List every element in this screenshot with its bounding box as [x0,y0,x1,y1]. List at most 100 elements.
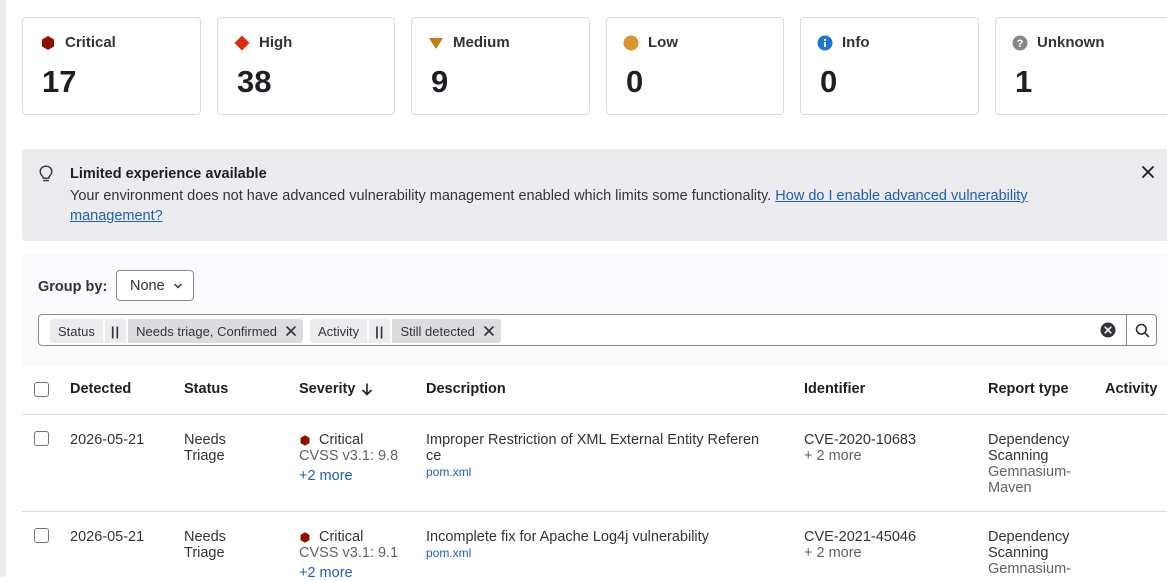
status-text: Needs Triage [184,529,226,561]
group-by-label: Group by: [38,279,108,295]
chevron-down-icon [173,283,182,289]
vulnerability-title-line: ce [426,448,442,464]
row-checkbox[interactable] [34,528,49,543]
severity-count: 0 [820,64,838,99]
low-icon [623,35,639,50]
filter-token-activity[interactable]: Activity || Still detected [310,319,501,343]
filter-token-operator: || [369,319,391,343]
filter-token-value: Needs triage, Confirmed [128,319,304,343]
status-line: Needs [184,432,226,448]
column-header-detected[interactable]: Detected [70,381,131,397]
clear-search-icon[interactable] [1100,322,1116,338]
status-line: Needs [184,529,226,545]
column-header-description[interactable]: Description [426,381,506,397]
critical-icon [300,531,310,543]
critical-icon [300,434,310,446]
column-header-severity[interactable]: Severity [299,381,373,397]
severity-label: Unknown [1037,34,1105,51]
identifier-more: + 2 more [804,545,862,561]
report-type-cell: Dependency Scanning Gemnasium- [988,529,1071,577]
severity-count: 9 [431,64,449,99]
arrow-down-icon [362,382,373,396]
severity-name: Critical [319,529,364,545]
severity-label: Critical [65,34,116,51]
cvss-score: CVSS v3.1: 9.1 [299,545,399,561]
report-type-line: Scanning [988,448,1049,464]
group-by-value: None [130,277,165,294]
severity-card-low: Low 0 [606,17,784,115]
filter-token-value: Still detected [392,319,501,343]
report-type-line: Scanning [988,545,1049,561]
file-path-link[interactable]: pom.xml [426,545,709,561]
scanner-line: Gemnasium- [988,561,1071,577]
alert-title: Limited experience available [70,166,267,182]
severity-label: High [259,34,293,51]
detected-date: 2026-05-21 [70,432,145,448]
severity-count: 1 [1015,64,1033,99]
severity-count: 0 [626,64,644,99]
report-type-line: Dependency [988,432,1070,448]
identifier-more: + 2 more [804,448,862,464]
unknown-icon: ? [1012,35,1028,50]
vulnerability-title-line: Improper Restriction of XML External Ent… [426,432,760,448]
filter-token-name: Activity [310,319,368,343]
detected-date: 2026-05-21 [70,529,145,545]
filter-token-value-text: Still detected [400,323,475,339]
row-checkbox[interactable] [34,431,49,446]
severity-cell: Critical CVSS v3.1: 9.1 +2 more [299,529,398,581]
filter-token-status[interactable]: Status || Needs triage, Confirmed [50,319,304,343]
description-cell: Incomplete fix for Apache Log4j vulnerab… [426,529,709,561]
alert-body: Your environment does not have advanced … [70,186,1080,226]
alert-message: Your environment does not have advanced … [70,188,776,204]
severity-label: Medium [453,34,510,51]
info-icon [817,35,833,50]
severity-name: Critical [319,432,364,448]
row-divider [22,511,1167,512]
filter-token-name: Status [50,319,103,343]
severity-card-critical: Critical 17 [22,17,201,115]
status-line: Triage [184,448,225,464]
column-header-severity-label: Severity [299,381,356,397]
severity-label: Low [648,34,678,51]
remove-token-icon[interactable] [483,325,495,337]
identifier-cell: CVE-2021-45046 + 2 more [804,529,916,561]
column-header-report-type[interactable]: Report type [988,381,1069,397]
severity-count: 38 [237,64,272,99]
severity-card-medium: Medium 9 [411,17,590,115]
severity-count: 17 [42,64,77,99]
critical-icon [42,35,54,50]
table-header-divider [22,414,1167,415]
more-severity-link[interactable]: +2 more [299,565,398,581]
remove-token-icon[interactable] [285,325,297,337]
more-severity-link[interactable]: +2 more [299,468,398,484]
severity-cell: Critical CVSS v3.1: 9.8 +2 more [299,432,398,484]
vulnerability-title-link[interactable]: Improper Restriction of XML External Ent… [426,432,759,464]
column-header-activity[interactable]: Activity [1105,381,1157,397]
search-button[interactable] [1126,314,1158,346]
search-icon [1135,323,1150,337]
scanner-line: Gemnasium- [988,464,1071,480]
status-text: Needs Triage [184,432,226,464]
sidebar-edge [0,0,6,577]
identifier-cell: CVE-2020-10683 + 2 more [804,432,916,464]
vulnerability-title-link[interactable]: Incomplete fix for Apache Log4j vulnerab… [426,529,709,545]
severity-card-info: Info 0 [800,17,979,115]
limited-experience-alert: Limited experience available Your enviro… [22,149,1167,241]
severity-label: Info [842,34,870,51]
file-path-link[interactable]: pom.xml [426,464,759,480]
select-all-checkbox[interactable] [34,382,49,397]
high-icon [234,35,250,50]
lightbulb-icon [39,165,53,182]
report-type-cell: Dependency Scanning Gemnasium- Maven [988,432,1071,496]
filtered-search-bar[interactable]: Status || Needs triage, Confirmed Activi… [38,314,1157,346]
svg-text:?: ? [1017,38,1024,50]
filter-token-value-text: Needs triage, Confirmed [136,323,278,339]
close-icon[interactable] [1141,165,1155,179]
column-header-identifier[interactable]: Identifier [804,381,865,397]
status-line: Triage [184,545,225,561]
severity-card-high: High 38 [217,17,395,115]
column-header-status[interactable]: Status [184,381,228,397]
identifier-text: CVE-2020-10683 [804,432,917,448]
group-by-dropdown[interactable]: None [116,270,194,301]
report-type-line: Dependency [988,529,1070,545]
